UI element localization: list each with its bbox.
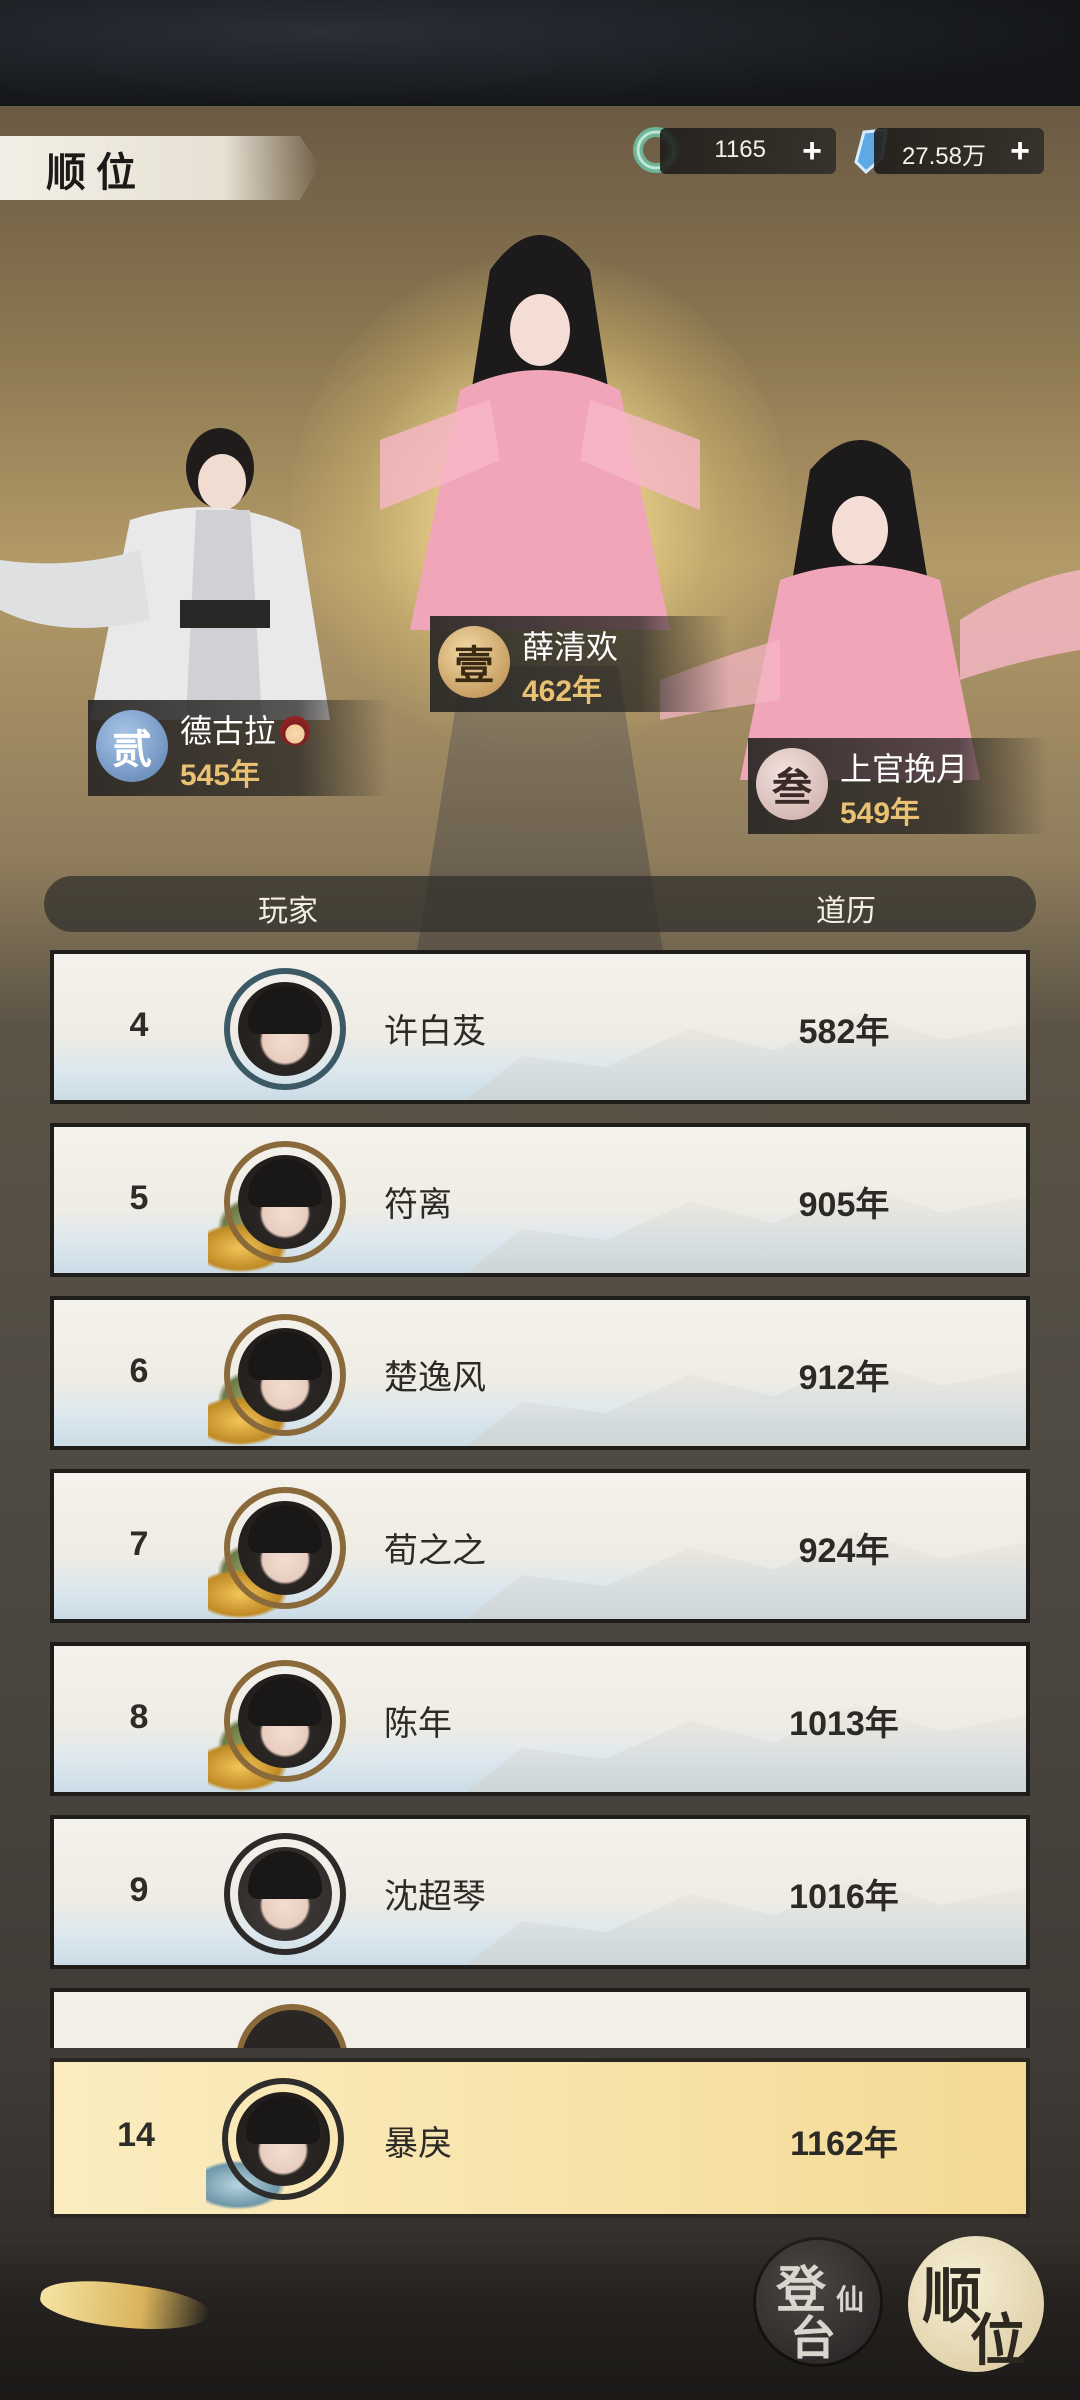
podium-years-1: 462年 — [522, 675, 603, 708]
ranking-row[interactable]: 6 楚逸风 912年 — [50, 1296, 1030, 1450]
avatar-portrait — [238, 982, 332, 1076]
crystal-currency[interactable]: 27.58万 + — [874, 128, 1044, 174]
player-name: 符离 — [384, 1186, 452, 1224]
ranking-char-2: 位 — [970, 2311, 1026, 2373]
row-rank: 8 — [129, 1698, 149, 1736]
my-rank: 14 — [117, 2116, 155, 2154]
ranking-row[interactable]: 4 许白芨 582年 — [50, 950, 1030, 1104]
player-dao-value: 1013年 — [789, 1705, 899, 1743]
my-dao-value: 1162年 — [790, 2125, 898, 2163]
podium-plate-3[interactable]: 叁 上官挽月 549年 — [748, 738, 1048, 834]
vampire-emoji-icon — [280, 716, 311, 746]
player-avatar[interactable] — [208, 1141, 346, 1273]
podium-plate-1[interactable]: 壹 薛清欢 462年 — [430, 616, 730, 712]
ascension-platform-button[interactable]: 登 仙 台 — [756, 2240, 880, 2364]
avatar-portrait — [238, 1847, 332, 1941]
column-dao-calendar: 道历 — [816, 895, 876, 928]
jade-currency[interactable]: 1165 + — [660, 128, 836, 174]
ranking-row[interactable]: 8 陈年 1013年 — [50, 1642, 1030, 1796]
podium-name-3: 上官挽月 — [840, 751, 969, 787]
player-dao-value: 905年 — [798, 1186, 890, 1224]
player-avatar — [236, 2004, 348, 2048]
row-rank: 4 — [129, 1006, 149, 1044]
add-jade-button[interactable]: + — [802, 132, 822, 170]
player-name: 楚逸风 — [384, 1359, 486, 1397]
row-rank: 7 — [129, 1525, 149, 1563]
row-rank: 5 — [129, 1179, 149, 1217]
player-dao-value: 1016年 — [789, 1878, 899, 1916]
ranking-row[interactable]: 7 荀之之 924年 — [50, 1469, 1030, 1623]
rank-1-medal: 壹 — [438, 626, 510, 698]
player-name: 陈年 — [384, 1705, 452, 1743]
my-name: 暴戾 — [384, 2125, 452, 2163]
my-avatar[interactable] — [206, 2078, 344, 2210]
row-rank: 6 — [129, 1352, 149, 1390]
ranking-header: 玩家 道历 — [44, 876, 1036, 932]
ranking-tab-button[interactable]: 顺 位 — [908, 2236, 1044, 2373]
status-area — [0, 0, 1080, 106]
player-dao-value: 924年 — [798, 1532, 890, 1570]
page-title: 顺位 — [46, 150, 146, 195]
ranking-row[interactable]: 9 沈超琴 1016年 — [50, 1815, 1030, 1969]
player-name: 沈超琴 — [384, 1878, 486, 1916]
player-avatar[interactable] — [224, 1833, 346, 1955]
jade-amount: 1165 — [714, 136, 766, 163]
ascension-char-2: 仙 — [836, 2285, 865, 2316]
player-avatar[interactable] — [208, 1314, 346, 1446]
rank-2-medal: 贰 — [96, 710, 168, 782]
player-avatar[interactable] — [208, 1660, 346, 1792]
player-dao-value: 912年 — [798, 1359, 890, 1397]
podium-plate-2[interactable]: 贰 德古拉 545年 — [88, 700, 388, 796]
player-name: 许白芨 — [384, 1013, 486, 1051]
podium-years-3: 549年 — [840, 797, 921, 830]
ranking-row[interactable]: 5 符离 905年 — [50, 1123, 1030, 1277]
crystal-amount: 27.58万 — [901, 143, 986, 170]
ascension-char-3: 台 — [790, 2313, 836, 2364]
avatar-portrait — [236, 2092, 330, 2186]
player-avatar[interactable] — [224, 968, 346, 1090]
column-player: 玩家 — [258, 895, 318, 928]
rank-3-medal: 叁 — [756, 748, 828, 820]
podium-name-2: 德古拉 — [180, 706, 311, 752]
champion-1-figure[interactable] — [370, 210, 710, 630]
add-crystal-button[interactable]: + — [1010, 132, 1030, 170]
podium-name-1: 薛清欢 — [522, 629, 619, 665]
my-ranking-row[interactable]: 14 暴戾 1162年 — [50, 2058, 1030, 2218]
avatar-portrait — [238, 1674, 332, 1768]
player-dao-value: 582年 — [798, 1013, 890, 1051]
avatar-portrait — [238, 1155, 332, 1249]
player-avatar[interactable] — [208, 1487, 346, 1619]
avatar-portrait — [238, 1501, 332, 1595]
podium-years-2: 545年 — [180, 759, 261, 792]
avatar-portrait — [238, 1328, 332, 1422]
champion-2-figure[interactable] — [0, 400, 340, 730]
ranking-row-partial[interactable] — [50, 1988, 1030, 2048]
player-name: 荀之之 — [384, 1532, 486, 1570]
champion-3-figure[interactable] — [660, 420, 1080, 780]
row-rank: 9 — [129, 1871, 149, 1909]
